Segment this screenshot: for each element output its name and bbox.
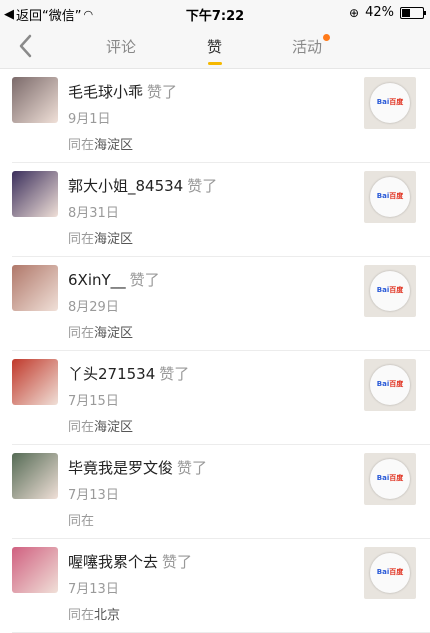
name-line: 丫头271534 赞了 [68,363,189,384]
avatar[interactable] [12,453,58,499]
avatar[interactable] [12,77,58,123]
name-line: 毛毛球小乖 赞了 [68,81,177,102]
logo-text-left: Bai [376,380,390,388]
logo-text-left: Bai [376,286,390,294]
post-thumbnail[interactable]: Bai百度 [364,453,416,505]
battery-percent: 42% [365,5,394,20]
post-thumbnail[interactable]: Bai百度 [364,265,416,317]
location-line: 同在 [68,510,94,529]
logo-text-right: 百度 [389,192,404,200]
user-name[interactable]: 丫头271534 [68,365,155,383]
battery-icon [400,6,426,19]
tab-comments-label: 评论 [106,38,137,56]
likes-list: 毛毛球小乖 赞了 9月1日 同在海淀区 Bai百度 郭大小姐_84534 赞了 8月… [0,69,430,633]
user-name[interactable]: 毛毛球小乖 [68,83,143,101]
like-date: 7月13日 [68,488,119,503]
tab-likes-label: 赞 [207,38,223,56]
list-item[interactable]: 毛毛球小乖 赞了 9月1日 同在海淀区 Bai百度 [12,69,430,163]
location-place: 海淀区 [94,326,134,341]
tab-comments[interactable]: 评论 [106,36,136,57]
tab-activity-label: 活动 [292,38,323,56]
baidu-logo-icon: Bai百度 [370,177,410,217]
logo-text-right: 百度 [389,98,404,106]
logo-text-left: Bai [376,98,390,106]
location-prefix: 同在 [68,514,95,529]
avatar[interactable] [12,359,58,405]
list-item[interactable]: 郭大小姐_84534 赞了 8月31日 同在海淀区 Bai百度 [12,163,430,257]
location-line: 同在北京 [68,604,120,623]
user-name[interactable]: 喔噻我累个去 [68,553,158,571]
baidu-logo-icon: Bai百度 [370,459,410,499]
location-prefix: 同在 [68,138,95,153]
logo-text-right: 百度 [389,568,404,576]
list-item[interactable]: 毕竟我是罗文俊 赞了 7月13日 同在 Bai百度 [12,445,430,539]
back-chevron-icon[interactable] [14,32,40,60]
status-bar: ◀ 返回“微信” ◠ 下午7:22 ⊕ 42% [0,0,430,26]
avatar[interactable] [12,171,58,217]
location-place: 北京 [94,608,121,623]
logo-text-left: Bai [376,568,390,576]
baidu-logo-icon: Bai百度 [370,83,410,123]
name-line: 喔噻我累个去 赞了 [68,551,192,572]
location-prefix: 同在 [68,232,95,247]
avatar[interactable] [12,265,58,311]
location-prefix: 同在 [68,420,95,435]
tab-likes[interactable]: 赞 [207,36,223,65]
like-date: 7月15日 [68,394,119,409]
liked-text: 赞了 [129,271,160,289]
post-thumbnail[interactable]: Bai百度 [364,171,416,223]
like-date: 8月29日 [68,300,119,315]
tab-activity[interactable]: 活动 [292,34,331,57]
nav-bar: 评论 赞 活动 [0,26,430,69]
location-place: 海淀区 [94,232,134,247]
logo-text-right: 百度 [389,474,404,482]
post-thumbnail[interactable]: Bai百度 [364,359,416,411]
location-place: 海淀区 [94,420,134,435]
liked-text: 赞了 [162,553,193,571]
logo-text-left: Bai [376,192,390,200]
rotation-lock-icon: ⊕ [349,5,360,20]
like-date: 9月1日 [68,112,111,127]
name-line: 毕竟我是罗文俊 赞了 [68,457,207,478]
liked-text: 赞了 [159,365,190,383]
location-prefix: 同在 [68,326,95,341]
liked-text: 赞了 [187,177,218,195]
liked-text: 赞了 [147,83,178,101]
baidu-logo-icon: Bai百度 [370,271,410,311]
baidu-logo-icon: Bai百度 [370,553,410,593]
list-item[interactable]: 6XinY__ 赞了 8月29日 同在海淀区 Bai百度 [12,257,430,351]
post-thumbnail[interactable]: Bai百度 [364,77,416,129]
user-name[interactable]: 郭大小姐_84534 [68,177,183,195]
location-line: 同在海淀区 [68,416,133,435]
list-item[interactable]: 喔噻我累个去 赞了 7月13日 同在北京 Bai百度 [12,539,430,633]
location-line: 同在海淀区 [68,134,133,153]
logo-text-right: 百度 [389,286,404,294]
like-date: 8月31日 [68,206,119,221]
list-item[interactable]: 丫头271534 赞了 7月15日 同在海淀区 Bai百度 [12,351,430,445]
location-prefix: 同在 [68,608,95,623]
user-name[interactable]: 6XinY__ [68,271,126,289]
logo-text-right: 百度 [389,380,404,388]
location-line: 同在海淀区 [68,322,133,341]
active-tab-indicator [207,62,222,65]
name-line: 6XinY__ 赞了 [68,269,160,290]
post-thumbnail[interactable]: Bai百度 [364,547,416,599]
logo-text-left: Bai [376,474,390,482]
baidu-logo-icon: Bai百度 [370,365,410,405]
name-line: 郭大小姐_84534 赞了 [68,175,217,196]
user-name[interactable]: 毕竟我是罗文俊 [68,459,173,477]
location-place: 海淀区 [94,138,134,153]
liked-text: 赞了 [177,459,208,477]
notification-dot [323,34,331,41]
status-right: ⊕ 42% [349,5,426,20]
location-line: 同在海淀区 [68,228,133,247]
like-date: 7月13日 [68,582,119,597]
avatar[interactable] [12,547,58,593]
